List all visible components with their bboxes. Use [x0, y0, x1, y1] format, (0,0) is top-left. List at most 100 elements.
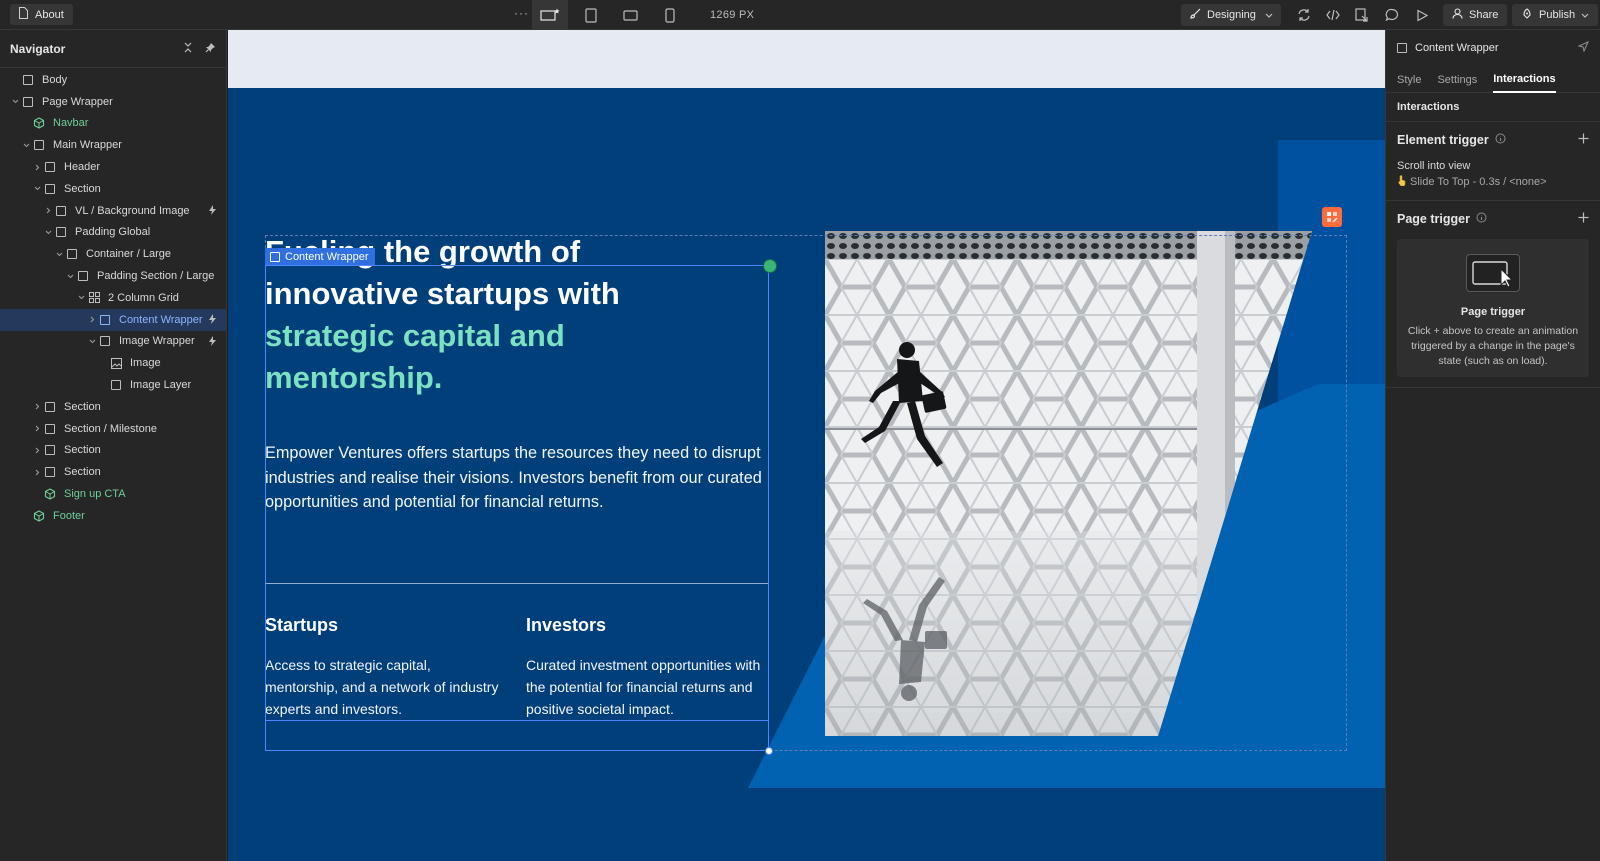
- caret-right-icon[interactable]: [87, 316, 98, 323]
- navigator-item-label: Section / Milestone: [64, 422, 157, 435]
- trigger-item-name[interactable]: Scroll into view: [1397, 160, 1589, 172]
- code-icon[interactable]: [1325, 7, 1341, 23]
- page-trigger-empty-state: Page trigger Click + above to create an …: [1397, 239, 1589, 377]
- navigator-item[interactable]: 2 Column Grid: [0, 287, 226, 309]
- send-icon[interactable]: [1577, 40, 1590, 55]
- component-icon: [32, 509, 46, 523]
- navigator-item[interactable]: Section / Milestone: [0, 418, 226, 440]
- export-icon[interactable]: [1354, 7, 1370, 23]
- sync-icon[interactable]: [1296, 7, 1312, 23]
- navigator-item[interactable]: Section: [0, 440, 226, 462]
- mode-label: Designing: [1207, 9, 1256, 21]
- navigator-item[interactable]: Footer: [0, 505, 226, 527]
- navigator-item[interactable]: Image: [0, 352, 226, 374]
- breakpoint-tablet-button[interactable]: [573, 0, 609, 30]
- box-icon: [43, 443, 57, 457]
- navigator-item-label: Page Wrapper: [42, 95, 113, 108]
- navigator-item[interactable]: Section: [0, 461, 226, 483]
- navigator-item-label: Section: [64, 400, 101, 413]
- trigger-item-detail[interactable]: Slide To Top - 0.3s / <none>: [1397, 175, 1589, 189]
- navigator-item-label: Section: [64, 182, 101, 195]
- resize-handle[interactable]: [765, 747, 773, 755]
- box-icon: [54, 204, 68, 218]
- publish-button[interactable]: Publish: [1512, 4, 1599, 26]
- image-icon: [109, 356, 123, 370]
- page-selector[interactable]: About: [10, 4, 73, 25]
- tab-style[interactable]: Style: [1397, 66, 1421, 93]
- interaction-bolt-icon: [209, 204, 216, 218]
- navigator-item-label: Image: [130, 357, 161, 370]
- tablet-icon: [585, 7, 597, 23]
- navigator-item-label: Navbar: [53, 117, 89, 130]
- caret-right-icon[interactable]: [43, 207, 54, 214]
- mobile-landscape-icon: [622, 9, 638, 21]
- collapse-all-icon[interactable]: [183, 42, 193, 56]
- share-button[interactable]: Share: [1443, 4, 1508, 26]
- navigator-item[interactable]: Content Wrapper: [0, 308, 226, 331]
- breakpoint-mobile-landscape-button[interactable]: [612, 0, 648, 30]
- caret-down-icon[interactable]: [65, 274, 76, 279]
- navigator-item[interactable]: VL / Background Image: [0, 200, 226, 222]
- navigator-item[interactable]: Navbar: [0, 113, 226, 135]
- component-icon: [32, 116, 46, 130]
- navigator-item-label: Header: [64, 161, 101, 174]
- chevron-down-icon: [1265, 9, 1273, 21]
- selected-element-header: Content Wrapper: [1386, 30, 1600, 66]
- caret-right-icon[interactable]: [32, 447, 43, 454]
- navigator-item[interactable]: Container / Large: [0, 243, 226, 265]
- caret-down-icon[interactable]: [32, 186, 43, 191]
- navigator-item[interactable]: Header: [0, 156, 226, 178]
- more-options-button[interactable]: ···: [514, 6, 529, 20]
- add-element-trigger-button[interactable]: [1578, 131, 1589, 149]
- info-icon[interactable]: [1476, 212, 1487, 226]
- navigator-item[interactable]: Sign up CTA: [0, 483, 226, 505]
- navigator-item[interactable]: Image Layer: [0, 374, 226, 396]
- navigator-item[interactable]: Section: [0, 178, 226, 200]
- caret-down-icon[interactable]: [10, 99, 21, 104]
- caret-down-icon[interactable]: [87, 339, 98, 344]
- selected-element-tag[interactable]: Content Wrapper: [265, 248, 375, 265]
- add-page-trigger-button[interactable]: [1578, 210, 1589, 228]
- page-trigger-section: Page trigger Page trigger Click + above …: [1386, 201, 1600, 388]
- navigator-item[interactable]: Image Wrapper: [0, 331, 226, 353]
- design-canvas[interactable]: Fueling the growth of innovative startup…: [228, 30, 1385, 861]
- caret-right-icon[interactable]: [32, 403, 43, 410]
- breakpoint-mobile-portrait-button[interactable]: [652, 0, 688, 30]
- navigator-item[interactable]: Section: [0, 396, 226, 418]
- info-icon[interactable]: [1495, 133, 1506, 147]
- navigator-item-label: Image Layer: [130, 379, 192, 392]
- caret-right-icon[interactable]: [32, 164, 43, 171]
- desktop-star-icon: [540, 8, 560, 21]
- tab-settings[interactable]: Settings: [1437, 66, 1477, 93]
- canvas-width-readout: 1269 PX: [710, 9, 755, 21]
- navigator-item-label: Section: [64, 444, 101, 457]
- navigator-item-label: Content Wrapper: [119, 313, 203, 326]
- caret-right-icon[interactable]: [32, 469, 43, 476]
- comment-icon[interactable]: [1384, 7, 1400, 23]
- caret-down-icon[interactable]: [54, 252, 65, 257]
- navigator-item[interactable]: Page Wrapper: [0, 91, 226, 113]
- mobile-portrait-icon: [665, 7, 675, 23]
- grid-icon: [87, 291, 101, 305]
- selected-element-outline[interactable]: [265, 265, 769, 751]
- caret-down-icon[interactable]: [76, 295, 87, 300]
- box-icon: [76, 269, 90, 283]
- navigator-item[interactable]: Padding Section / Large: [0, 265, 226, 287]
- navigator-item[interactable]: Padding Global: [0, 222, 226, 244]
- navigator-item[interactable]: Body: [0, 69, 226, 91]
- navigator-item-label: Main Wrapper: [53, 139, 122, 152]
- app-widget-icon[interactable]: [1322, 207, 1342, 227]
- navigator-panel: Navigator Body Page Wrapper Navbar Main Wra…: [0, 30, 227, 861]
- caret-right-icon[interactable]: [32, 425, 43, 432]
- caret-down-icon[interactable]: [21, 143, 32, 148]
- tab-interactions[interactable]: Interactions: [1493, 66, 1556, 93]
- brush-icon: [1190, 8, 1201, 22]
- navigator-item[interactable]: Main Wrapper: [0, 134, 226, 156]
- gap-handle[interactable]: [763, 259, 777, 273]
- breakpoint-desktop-base-button[interactable]: [532, 0, 568, 30]
- pin-icon[interactable]: [205, 42, 216, 56]
- caret-down-icon[interactable]: [43, 230, 54, 235]
- preview-play-icon[interactable]: [1414, 7, 1430, 23]
- navigator-item-label: Body: [42, 73, 68, 86]
- mode-dropdown[interactable]: Designing: [1181, 4, 1281, 26]
